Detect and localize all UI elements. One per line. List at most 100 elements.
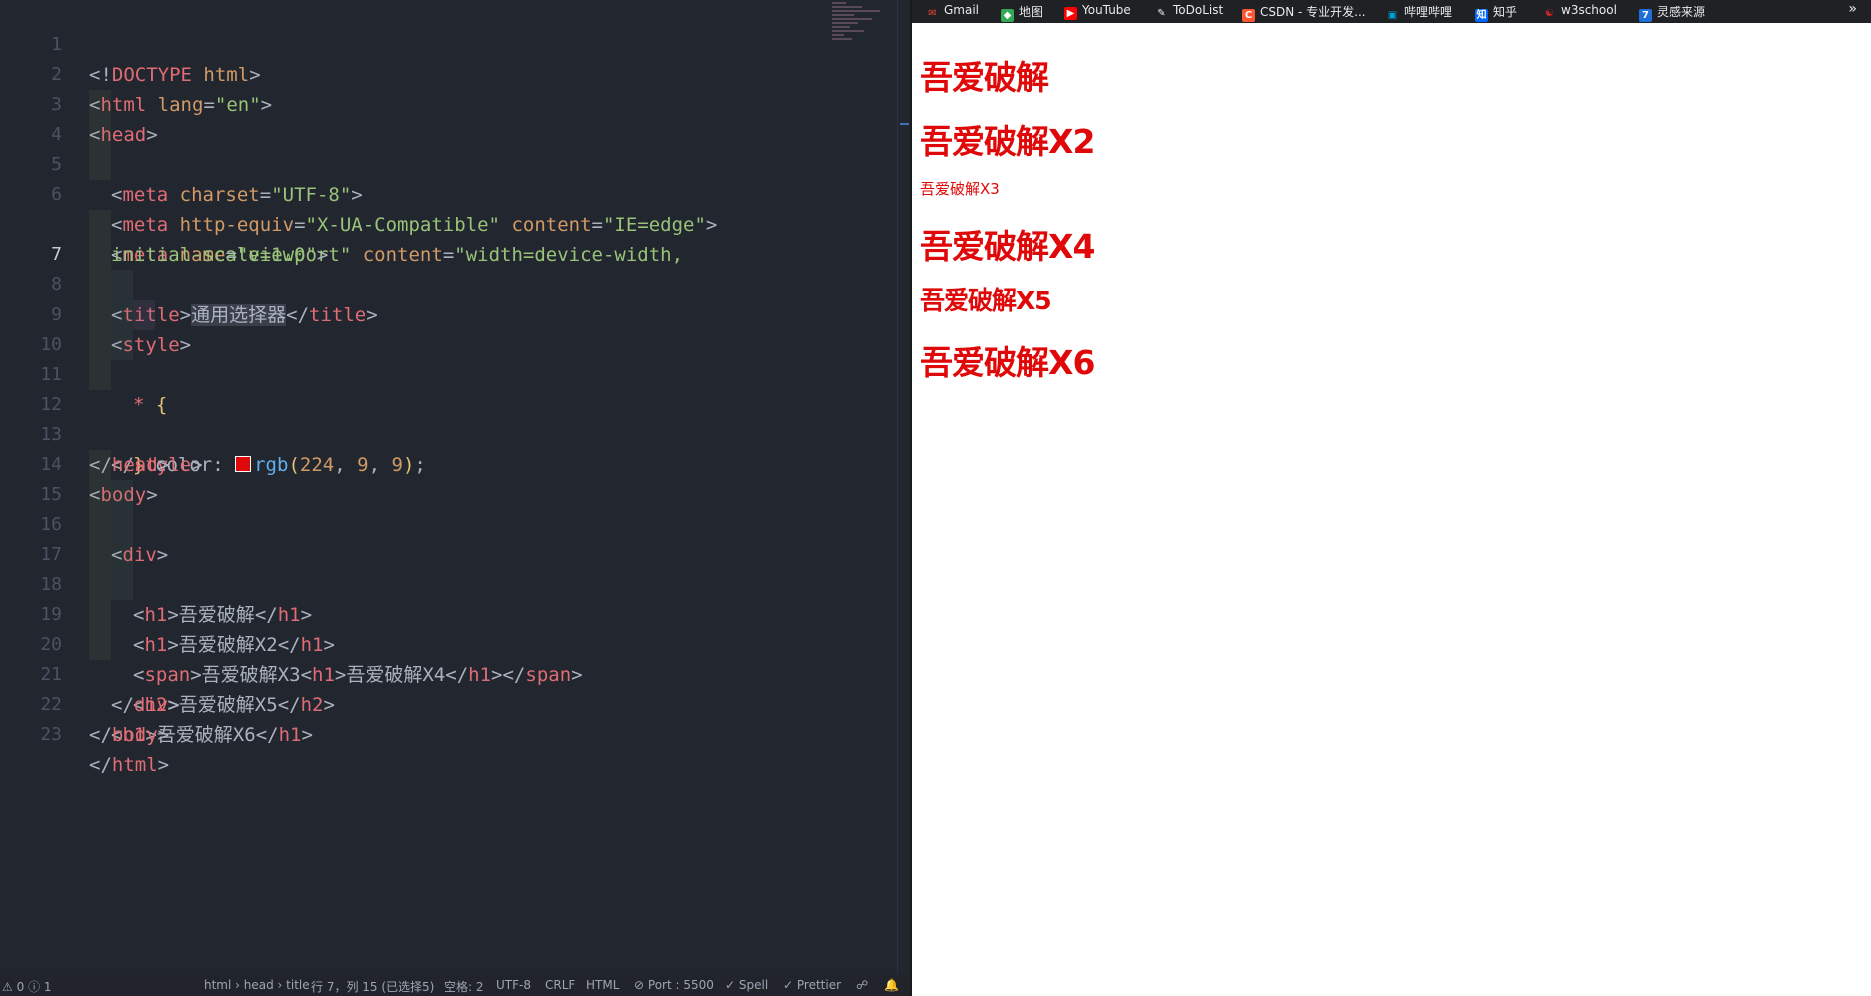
indent-guide [89, 330, 111, 360]
code-line[interactable]: 9 * { [0, 270, 896, 416]
heading-1: 吾爱破解 [920, 58, 1049, 97]
bookmark-zhihu[interactable]: 知知乎 [1475, 3, 1517, 22]
token: html [111, 754, 158, 776]
code-line[interactable]: 16 <h1>吾爱破解</h1> [0, 480, 896, 626]
live-server-port[interactable]: ⊘ Port : 5500 [634, 978, 714, 992]
info-count: 1 [43, 980, 52, 994]
status-bar: ⚠ 0 ⓘ 1 html › head › title 行 7，列 15 (已选… [0, 975, 910, 996]
bookmark-maps[interactable]: ◆ 地图 [1001, 3, 1043, 22]
indentation-setting[interactable]: 空格: 2 [444, 978, 484, 995]
youtube-icon: ▶ [1064, 7, 1077, 20]
code-line-wrapped[interactable]: initial-scale=1.0"> [0, 180, 896, 266]
code-line[interactable]: 19 <h2>吾爱破解X5</h2> [0, 570, 896, 716]
indent-guide [89, 90, 111, 120]
indent-guide [111, 570, 133, 600]
indent-guide [89, 270, 111, 300]
indent-guide [89, 630, 111, 660]
indent-guide [89, 540, 111, 570]
indent-guide [89, 240, 111, 270]
prettier-status[interactable]: ✓ Prettier [783, 978, 841, 992]
csdn-icon: C [1242, 9, 1255, 22]
inline-span-x3: 吾爱破解X3 [920, 180, 1000, 198]
bookmark-label: 哔哩哔哩 [1404, 5, 1453, 19]
bookmark-youtube[interactable]: ▶ YouTube [1064, 3, 1131, 20]
feedback-icon[interactable]: ☍ [856, 978, 868, 992]
spell-label: Spell [738, 978, 769, 992]
code-line[interactable]: 23 </html> [0, 690, 896, 776]
code-line[interactable]: 14 <body> [0, 420, 896, 506]
indent-guide [89, 510, 111, 540]
breadcrumb[interactable]: html › head › title [204, 978, 310, 992]
zhihu-icon: 知 [1475, 9, 1488, 22]
token: </ [255, 724, 279, 746]
vertical-scrollbar[interactable] [897, 0, 910, 975]
code-area[interactable]: 1 <!DOCTYPE html> 2 <html lang="en"> 3 <… [0, 0, 896, 776]
token: body [111, 724, 158, 746]
bookmark-label: CSDN - 专业开发... [1260, 5, 1366, 19]
code-line[interactable]: 6 <meta name="viewport" content="width=d… [0, 150, 896, 266]
page-content: 吾爱破解 吾爱破解X2 吾爱破解X3 吾爱破解X4 吾爱破解X5 吾爱破解X6 [920, 23, 1871, 996]
info-icon: ⓘ [28, 980, 41, 994]
more-bookmarks-button[interactable]: » [1848, 1, 1857, 17]
bilibili-icon: ▣ [1387, 10, 1398, 21]
gmail-icon: ✉ [928, 8, 937, 19]
w3school-icon: ☯ [1545, 8, 1554, 19]
indent-guide [111, 480, 133, 510]
lingan-icon: 7 [1639, 9, 1652, 22]
code-line[interactable]: 10 color: rgb(224, 9, 9); [0, 300, 896, 476]
bookmark-todolist[interactable]: ✎ ToDoList [1155, 3, 1223, 20]
problems-count: 0 [16, 980, 25, 994]
token: </ [89, 724, 112, 746]
code-line-active[interactable]: 7 <title>通用选择器</title> [0, 210, 896, 326]
code-line[interactable]: 12 </style> [0, 360, 896, 476]
indent-guide [89, 150, 111, 180]
spell-check[interactable]: ✓ Spell [725, 978, 768, 992]
heading-2-x5: 吾爱破解X5 [920, 286, 1052, 315]
bookmark-bilibili[interactable]: ▣ 哔哩哔哩 [1386, 3, 1452, 22]
indent-guide [89, 480, 111, 510]
bookmark-label: 地图 [1019, 5, 1044, 19]
code-editor[interactable]: 1 <!DOCTYPE html> 2 <html lang="en"> 3 <… [0, 0, 910, 996]
code-line[interactable]: 5 <meta http-equiv="X-UA-Compatible" con… [0, 120, 896, 236]
code-line[interactable]: 3 <head> [0, 60, 896, 146]
token: > [301, 724, 313, 746]
code-line[interactable]: 4 <meta charset="UTF-8"> [0, 90, 896, 206]
indent-guide [111, 270, 133, 300]
cursor-position[interactable]: 行 7，列 15 (已选择5) [311, 978, 434, 995]
heading-1-x2: 吾爱破解X2 [920, 122, 1095, 161]
bookmark-w3school[interactable]: ☯ w3school [1543, 3, 1617, 20]
token: 吾爱破解X6 [156, 724, 256, 746]
code-line[interactable]: 20 </div> [0, 600, 896, 716]
bookmark-label: YouTube [1082, 3, 1131, 17]
encoding-selector[interactable]: UTF-8 [496, 978, 531, 992]
code-line[interactable]: 8 <style> [0, 240, 896, 356]
problems-indicator[interactable]: ⚠ 0 ⓘ 1 [2, 978, 52, 995]
indent-guide [111, 330, 133, 360]
indent-guide [89, 450, 111, 480]
double-check-icon: ✓ [783, 978, 794, 992]
bell-icon[interactable]: 🔔 [884, 978, 899, 992]
scroll-position-marker [900, 123, 909, 125]
code-line[interactable]: 18 <span>吾爱破解X3<h1>吾爱破解X4</h1></span> [0, 540, 896, 686]
bookmark-csdn[interactable]: C CSDN - 专业开发... [1242, 3, 1366, 22]
bookmark-label: Gmail [944, 3, 980, 17]
bookmark-lingan[interactable]: 7 灵感来源 [1639, 3, 1705, 22]
code-line[interactable]: 15 <div> [0, 450, 896, 566]
port-label: Port : 5500 [647, 978, 714, 992]
indent-guide [133, 300, 155, 330]
code-line[interactable]: 11 } [0, 330, 896, 476]
eol-selector[interactable]: CRLF [545, 978, 575, 992]
code-line[interactable]: 21 <h1>吾爱破解X6</h1> [0, 630, 896, 746]
code-line[interactable]: 22 </body> [0, 660, 896, 746]
minimap[interactable] [832, 2, 882, 52]
bookmark-gmail[interactable]: ✉ Gmail [926, 3, 979, 20]
heading-1-x4: 吾爱破解X4 [920, 227, 1095, 266]
code-line[interactable]: 1 <!DOCTYPE html> [0, 0, 896, 86]
code-line[interactable]: 17 <h1>吾爱破解X2</h1> [0, 510, 896, 656]
code-line[interactable]: 2 <html lang="en"> [0, 30, 896, 116]
bookmark-label: w3school [1561, 3, 1617, 17]
language-mode[interactable]: HTML [586, 978, 619, 992]
code-line[interactable]: 13 </head> [0, 390, 896, 476]
token: h1 [278, 724, 302, 746]
broadcast-icon: ⊘ [634, 978, 645, 992]
